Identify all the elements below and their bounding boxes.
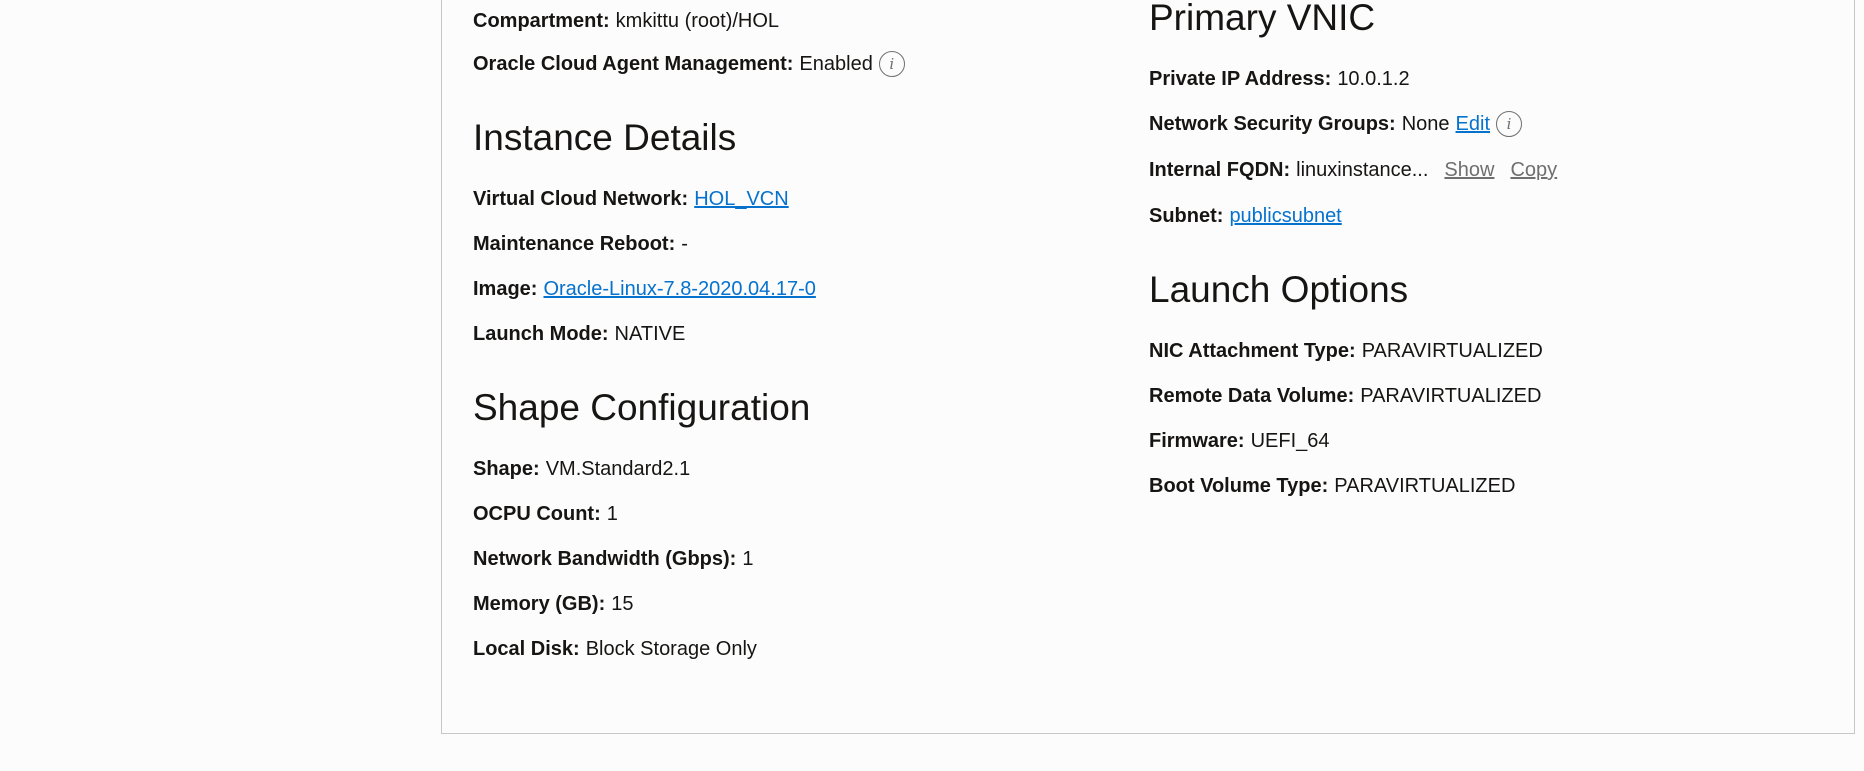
ocpu-count-label: OCPU Count: bbox=[473, 503, 601, 525]
internal-fqdn-value: linuxinstance... bbox=[1296, 159, 1429, 181]
agent-management-row: Oracle Cloud Agent Management: Enabled i bbox=[473, 49, 905, 79]
fqdn-show-link[interactable]: Show bbox=[1444, 155, 1494, 185]
nic-attachment-row: NIC Attachment Type: PARAVIRTUALIZED bbox=[1149, 336, 1543, 366]
ocpu-count-value: 1 bbox=[606, 503, 618, 525]
internal-fqdn-row: Internal FQDN: linuxinstance... Show Cop… bbox=[1149, 155, 1557, 185]
boot-volume-type-label: Boot Volume Type: bbox=[1149, 475, 1329, 497]
remote-data-volume-label: Remote Data Volume: bbox=[1149, 385, 1355, 407]
firmware-value: UEFI_64 bbox=[1250, 430, 1330, 452]
internal-fqdn-label: Internal FQDN: bbox=[1149, 159, 1291, 181]
launch-mode-row: Launch Mode: NATIVE bbox=[473, 319, 685, 349]
compartment-label: Compartment: bbox=[473, 10, 610, 32]
shape-value: VM.Standard2.1 bbox=[545, 458, 691, 480]
info-icon[interactable]: i bbox=[1496, 111, 1522, 137]
remote-data-volume-value: PARAVIRTUALIZED bbox=[1360, 385, 1542, 407]
compartment-row: Compartment: kmkittu (root)/HOL bbox=[473, 6, 779, 36]
local-disk-row: Local Disk: Block Storage Only bbox=[473, 634, 757, 664]
maintenance-reboot-value: - bbox=[681, 233, 688, 255]
shape-row: Shape: VM.Standard2.1 bbox=[473, 454, 690, 484]
instance-info-panel: Compartment: kmkittu (root)/HOL Oracle C… bbox=[441, 0, 1855, 734]
agent-management-value: Enabled bbox=[799, 53, 873, 75]
launch-mode-value: NATIVE bbox=[614, 323, 686, 345]
nsg-edit-link[interactable]: Edit bbox=[1456, 109, 1490, 139]
private-ip-value: 10.0.1.2 bbox=[1337, 68, 1410, 90]
compartment-value: kmkittu (root)/HOL bbox=[615, 10, 780, 32]
firmware-row: Firmware: UEFI_64 bbox=[1149, 426, 1330, 456]
ocpu-count-row: OCPU Count: 1 bbox=[473, 499, 618, 529]
info-icon[interactable]: i bbox=[878, 51, 905, 77]
nic-attachment-value: PARAVIRTUALIZED bbox=[1361, 340, 1543, 362]
boot-volume-type-value: PARAVIRTUALIZED bbox=[1334, 475, 1516, 497]
boot-volume-type-row: Boot Volume Type: PARAVIRTUALIZED bbox=[1149, 471, 1515, 501]
subnet-link[interactable]: publicsubnet bbox=[1229, 201, 1341, 231]
network-bandwidth-label: Network Bandwidth (Gbps): bbox=[473, 548, 737, 570]
launch-options-heading: Launch Options bbox=[1149, 269, 1409, 310]
instance-details-heading: Instance Details bbox=[473, 117, 737, 158]
network-bandwidth-value: 1 bbox=[742, 548, 754, 570]
image-link[interactable]: Oracle-Linux-7.8-2020.04.17-0 bbox=[543, 274, 815, 304]
firmware-label: Firmware: bbox=[1149, 430, 1245, 452]
network-bandwidth-row: Network Bandwidth (Gbps): 1 bbox=[473, 544, 753, 574]
shape-configuration-heading: Shape Configuration bbox=[473, 387, 811, 428]
local-disk-value: Block Storage Only bbox=[585, 638, 757, 660]
subnet-row: Subnet: publicsubnet bbox=[1149, 201, 1342, 231]
remote-data-volume-row: Remote Data Volume: PARAVIRTUALIZED bbox=[1149, 381, 1541, 411]
private-ip-row: Private IP Address: 10.0.1.2 bbox=[1149, 64, 1410, 94]
subnet-label: Subnet: bbox=[1149, 205, 1224, 227]
image-row: Image: Oracle-Linux-7.8-2020.04.17-0 bbox=[473, 274, 816, 304]
vcn-label: Virtual Cloud Network: bbox=[473, 188, 689, 210]
private-ip-label: Private IP Address: bbox=[1149, 68, 1332, 90]
memory-row: Memory (GB): 15 bbox=[473, 589, 633, 619]
shape-label: Shape: bbox=[473, 458, 540, 480]
nic-attachment-label: NIC Attachment Type: bbox=[1149, 340, 1356, 362]
maintenance-reboot-label: Maintenance Reboot: bbox=[473, 233, 676, 255]
nsg-value: None bbox=[1401, 113, 1450, 135]
primary-vnic-heading: Primary VNIC bbox=[1149, 0, 1376, 38]
vcn-link[interactable]: HOL_VCN bbox=[694, 184, 788, 214]
launch-mode-label: Launch Mode: bbox=[473, 323, 609, 345]
memory-label: Memory (GB): bbox=[473, 593, 606, 615]
local-disk-label: Local Disk: bbox=[473, 638, 580, 660]
agent-management-label: Oracle Cloud Agent Management: bbox=[473, 53, 794, 75]
nsg-label: Network Security Groups: bbox=[1149, 113, 1396, 135]
fqdn-copy-link[interactable]: Copy bbox=[1510, 155, 1557, 185]
nsg-row: Network Security Groups: None Edit i bbox=[1149, 109, 1522, 139]
vcn-row: Virtual Cloud Network: HOL_VCN bbox=[473, 184, 789, 214]
memory-value: 15 bbox=[611, 593, 634, 615]
image-label: Image: bbox=[473, 278, 538, 300]
maintenance-reboot-row: Maintenance Reboot: - bbox=[473, 229, 688, 259]
